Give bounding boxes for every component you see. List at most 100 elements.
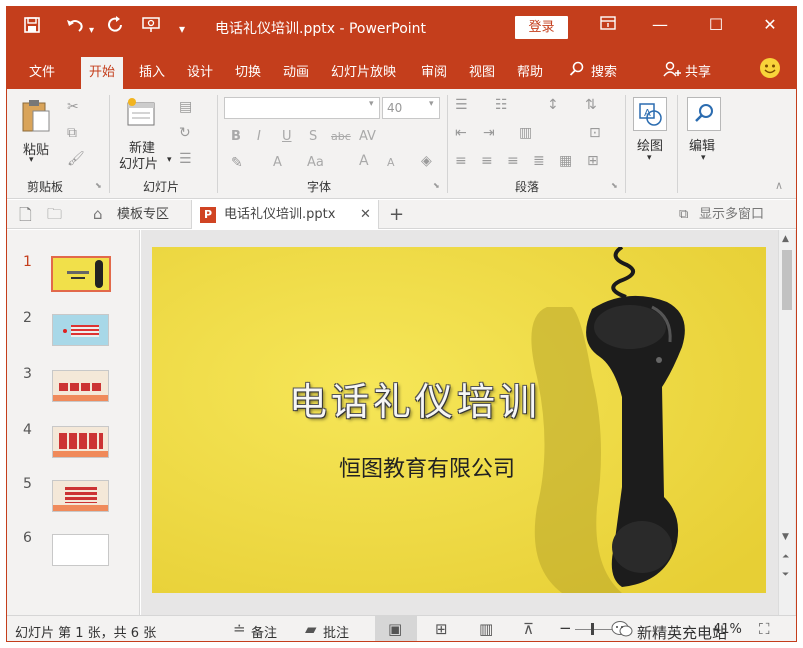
slide-thumbnail-4[interactable] bbox=[52, 426, 109, 458]
zoom-level[interactable]: 41% bbox=[713, 622, 742, 637]
clear-formatting-icon[interactable]: ✎ bbox=[231, 155, 243, 171]
share-user-icon[interactable] bbox=[663, 61, 681, 81]
minimize-icon[interactable]: — bbox=[647, 15, 673, 34]
decrease-indent-icon[interactable]: ⇤ bbox=[455, 125, 467, 141]
bullets-icon[interactable]: ☰ bbox=[455, 97, 468, 113]
search-icon[interactable] bbox=[569, 61, 585, 81]
find-icon[interactable] bbox=[687, 97, 721, 131]
align-right-icon[interactable]: ≡ bbox=[507, 153, 519, 169]
columns-icon[interactable]: ▥ bbox=[519, 125, 532, 141]
normal-view-button[interactable]: ▣ bbox=[375, 616, 417, 641]
redo-icon[interactable] bbox=[107, 16, 125, 40]
scroll-up-icon[interactable]: ▲ bbox=[782, 234, 789, 244]
comments-icon[interactable]: ▰ bbox=[305, 620, 317, 638]
ribbon-display-options-icon[interactable] bbox=[595, 15, 621, 34]
open-folder-icon[interactable]: 🗀 bbox=[47, 200, 62, 229]
fit-to-window-icon[interactable]: ⛶ bbox=[759, 620, 770, 638]
tab-search[interactable]: 搜索 bbox=[591, 61, 617, 80]
undo-dropdown-icon[interactable]: ▾ bbox=[89, 20, 94, 42]
previous-slide-icon[interactable]: ⏶ bbox=[782, 552, 789, 562]
notes-button[interactable]: 备注 bbox=[251, 622, 277, 641]
scroll-thumb[interactable] bbox=[782, 250, 792, 310]
line-spacing-icon[interactable]: ↕ bbox=[547, 97, 559, 113]
login-button[interactable]: 登录 bbox=[515, 16, 568, 39]
character-spacing-button[interactable]: AV bbox=[359, 129, 376, 144]
multi-window-button[interactable]: 显示多窗口 bbox=[699, 200, 764, 229]
tab-review[interactable]: 审阅 bbox=[421, 61, 447, 80]
vertical-scrollbar[interactable]: ▲ ▼ ⏶ ⏷ bbox=[778, 230, 795, 615]
drawing-icon[interactable]: A bbox=[633, 97, 667, 131]
font-name-field[interactable] bbox=[224, 97, 380, 119]
close-icon[interactable]: ✕ bbox=[757, 15, 783, 34]
zoom-out-icon[interactable]: − bbox=[559, 619, 572, 637]
undo-icon[interactable] bbox=[65, 16, 85, 40]
home-icon[interactable]: ⌂ bbox=[93, 200, 103, 229]
underline-button[interactable]: U bbox=[282, 129, 292, 144]
drawing-dropdown-icon[interactable]: ▾ bbox=[647, 153, 652, 163]
tab-home[interactable]: 开始 bbox=[81, 57, 124, 89]
slideshow-view-icon[interactable]: ⊼ bbox=[523, 620, 534, 638]
add-tab-icon[interactable]: + bbox=[389, 200, 404, 229]
slide-canvas[interactable]: 电话礼仪培训 恒图教育有限公司 bbox=[152, 247, 766, 593]
new-file-icon[interactable]: 🗋 bbox=[19, 200, 32, 229]
collapse-ribbon-icon[interactable]: ∧ bbox=[775, 179, 783, 192]
slide-thumbnail-6[interactable] bbox=[52, 534, 109, 566]
copy-icon[interactable]: ⧉ bbox=[67, 125, 77, 141]
tab-animations[interactable]: 动画 bbox=[283, 61, 309, 80]
slide-thumbnail-2[interactable] bbox=[52, 314, 109, 346]
reset-icon[interactable]: ↻ bbox=[179, 125, 191, 141]
paragraph-launcher-icon[interactable]: ⬊ bbox=[611, 181, 618, 190]
change-case-button[interactable]: Aa bbox=[307, 155, 324, 170]
file-tab[interactable]: P 电话礼仪培训.pptx ✕ bbox=[191, 200, 379, 229]
zoom-slider-thumb[interactable] bbox=[591, 623, 594, 635]
tab-share[interactable]: 共享 bbox=[685, 61, 711, 80]
smiley-feedback-icon[interactable] bbox=[759, 57, 781, 83]
notes-icon[interactable]: ≐ bbox=[233, 620, 246, 638]
bold-button[interactable]: B bbox=[231, 129, 241, 144]
layout-icon[interactable]: ▤ bbox=[179, 99, 192, 115]
font-launcher-icon[interactable]: ⬊ bbox=[433, 181, 440, 190]
tab-slideshow[interactable]: 幻灯片放映 bbox=[331, 61, 396, 80]
editing-button[interactable]: 编辑 bbox=[689, 135, 715, 154]
slide-thumbnail-3[interactable] bbox=[52, 370, 109, 402]
multi-window-icon[interactable]: ⧉ bbox=[679, 200, 688, 229]
tab-transitions[interactable]: 切换 bbox=[235, 61, 261, 80]
scroll-down-icon[interactable]: ▼ bbox=[782, 532, 789, 542]
distributed-icon[interactable]: ▦ bbox=[559, 153, 572, 169]
justify-icon[interactable]: ≣ bbox=[533, 153, 545, 169]
tab-insert[interactable]: 插入 bbox=[139, 61, 165, 80]
next-slide-icon[interactable]: ⏷ bbox=[782, 570, 789, 580]
paste-icon[interactable] bbox=[21, 99, 51, 137]
tab-view[interactable]: 视图 bbox=[469, 61, 495, 80]
new-slide-label-2[interactable]: 幻灯片 bbox=[119, 153, 158, 172]
cut-icon[interactable]: ✂ bbox=[67, 99, 79, 115]
slide-thumbnail-1[interactable] bbox=[51, 256, 111, 292]
clipboard-launcher-icon[interactable]: ⬊ bbox=[95, 181, 102, 190]
new-slide-dropdown-icon[interactable]: ▾ bbox=[167, 155, 172, 165]
align-center-icon[interactable]: ≡ bbox=[481, 153, 493, 169]
maximize-icon[interactable]: ☐ bbox=[703, 15, 729, 34]
close-tab-icon[interactable]: ✕ bbox=[360, 200, 371, 229]
font-size-dropdown-icon[interactable]: ▾ bbox=[429, 99, 434, 109]
align-left-icon[interactable]: ≡ bbox=[455, 153, 467, 169]
smartart-icon[interactable]: ⊞ bbox=[587, 153, 599, 169]
editing-dropdown-icon[interactable]: ▾ bbox=[701, 153, 706, 163]
section-icon[interactable]: ☰ bbox=[179, 151, 192, 167]
slide-title[interactable]: 电话礼仪培训 bbox=[289, 371, 541, 426]
slide-thumbnail-5[interactable] bbox=[52, 480, 109, 512]
comments-button[interactable]: 批注 bbox=[323, 622, 349, 641]
present-from-start-icon[interactable] bbox=[141, 16, 161, 40]
font-name-dropdown-icon[interactable]: ▾ bbox=[369, 99, 374, 109]
drawing-button[interactable]: 绘图 bbox=[637, 135, 663, 154]
numbering-icon[interactable]: ☷ bbox=[495, 97, 508, 113]
eraser-icon[interactable]: ◈ bbox=[421, 153, 432, 169]
text-direction-icon[interactable]: ⇅ bbox=[585, 97, 597, 113]
align-text-icon[interactable]: ⊡ bbox=[589, 125, 601, 141]
tab-help[interactable]: 帮助 bbox=[517, 61, 543, 80]
strikethrough-button[interactable]: abc bbox=[331, 130, 351, 143]
grow-font-button[interactable]: A bbox=[359, 153, 369, 169]
slide-sorter-icon[interactable]: ⊞ bbox=[435, 620, 448, 638]
new-slide-icon[interactable] bbox=[125, 97, 157, 133]
template-tab[interactable]: 模板专区 bbox=[117, 200, 169, 229]
increase-indent-icon[interactable]: ⇥ bbox=[483, 125, 495, 141]
